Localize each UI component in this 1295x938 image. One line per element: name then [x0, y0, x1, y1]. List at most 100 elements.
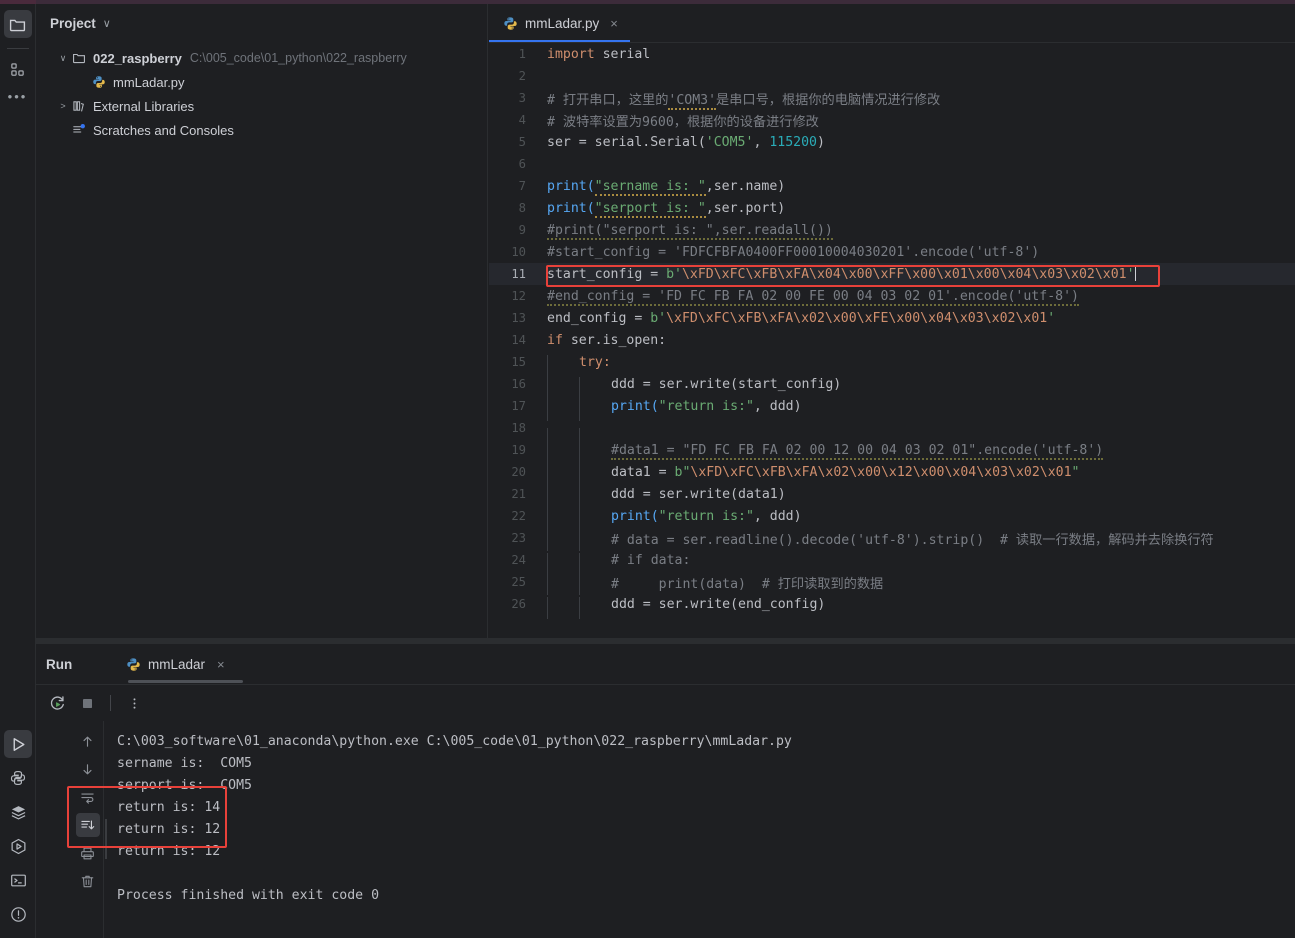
run-tab-bar: Run mmLadar × — [36, 644, 1295, 685]
code-line-14[interactable]: 14 if ser.is_open: — [489, 329, 1295, 351]
folder-icon — [9, 16, 26, 33]
scroll-down-button[interactable] — [76, 757, 100, 781]
sidebar-item-structure[interactable] — [4, 55, 32, 83]
code-line-19[interactable]: 19 #data1 = "FD FC FB FA 02 00 12 00 04 … — [489, 439, 1295, 465]
scratches-icon — [70, 123, 88, 137]
close-icon[interactable]: × — [610, 16, 618, 31]
close-icon[interactable]: × — [217, 657, 225, 672]
tree-collapse-arrow[interactable]: > — [56, 101, 70, 111]
soft-wrap-icon — [80, 790, 95, 805]
ide-window: ••• Project ∨ ∨ 022_raspberry C:\005_cod… — [0, 0, 1295, 938]
code-token: print( — [547, 200, 595, 216]
stop-button[interactable] — [74, 690, 100, 716]
code-token: ddd = ser.write(end_config) — [611, 596, 826, 612]
tree-expand-arrow[interactable]: ∨ — [56, 53, 70, 64]
chevron-down-icon[interactable]: ∨ — [103, 17, 111, 30]
code-line-2[interactable]: 2 — [489, 65, 1295, 87]
file-node-mmladar[interactable]: mmLadar.py — [36, 70, 487, 94]
line-number: 4 — [518, 113, 526, 127]
code-line-6[interactable]: 6 — [489, 153, 1295, 175]
sidebar-item-python-console[interactable] — [4, 798, 32, 826]
code-token: # data = ser.readline().decode('utf-8').… — [611, 532, 985, 548]
arrow-down-icon — [80, 762, 95, 777]
code-token: data1 = — [611, 464, 675, 480]
scratches-consoles-node[interactable]: Scratches and Consoles — [36, 118, 487, 142]
trash-icon — [80, 874, 95, 889]
sidebar-item-services[interactable] — [4, 832, 32, 860]
code-token: end_config = — [547, 310, 651, 326]
run-console-output[interactable]: C:\003_software\01_anaconda\python.exe C… — [105, 721, 1295, 938]
code-line-11[interactable]: 11 start_config = b'\xFD\xFC\xFB\xFA\x04… — [489, 263, 1295, 285]
code-line-13[interactable]: 13 end_config = b'\xFD\xFC\xFB\xFA\x02\x… — [489, 307, 1295, 329]
line-number: 12 — [511, 289, 526, 303]
scroll-to-end-button[interactable] — [75, 813, 100, 837]
sidebar-item-problems[interactable] — [4, 900, 32, 928]
python-icon — [10, 770, 26, 786]
code-line-24[interactable]: 24 # if data: — [489, 549, 1295, 575]
code-line-4[interactable]: 4 # 波特率设置为9600，根据你的设备进行修改 — [489, 109, 1295, 131]
code-token: \xFD\xFC\xFB\xFA\x02\x00\xFE\x00\x04\x03… — [666, 310, 1048, 326]
code-token: \xFD\xFC\xFB\xFA\x04\x00\xFF\x00\x01\x00… — [681, 267, 1127, 282]
code-line-26[interactable]: 26 ddd = ser.write(end_config) — [489, 593, 1295, 619]
code-token: b" — [674, 464, 691, 480]
code-line-22[interactable]: 22 print("return is:", ddd) — [489, 505, 1295, 531]
code-line-8[interactable]: 8 print("serport is: ",ser.port) — [489, 197, 1295, 219]
more-options-button[interactable] — [121, 690, 147, 716]
code-line-7[interactable]: 7 print("sername is: ",ser.name) — [489, 175, 1295, 197]
code-token: print( — [611, 508, 659, 524]
code-content[interactable]: 1 import serial 2 3 # 打开串口，这里的'COM3'是串口号… — [489, 43, 1295, 638]
line-number: 25 — [511, 575, 526, 589]
code-line-25[interactable]: 25 # print(data) # 打印读取到的数据 — [489, 571, 1295, 595]
code-line-9[interactable]: 9 #print("serport is: ",ser.readall()) — [489, 219, 1295, 241]
code-line-1[interactable]: 1 import serial — [489, 43, 1295, 65]
project-panel-header[interactable]: Project ∨ — [36, 4, 487, 42]
external-libraries-node[interactable]: > External Libraries — [36, 94, 487, 118]
code-token: "serport is: " — [594, 200, 706, 218]
code-token: ' — [1047, 310, 1056, 326]
tree-node-path: C:\005_code\01_python\022_raspberry — [189, 51, 407, 65]
soft-wrap-button[interactable] — [76, 785, 100, 809]
code-token: ' — [1126, 267, 1135, 282]
line-number: 20 — [511, 465, 526, 479]
line-number: 24 — [511, 553, 526, 567]
code-line-18[interactable]: 18 — [489, 417, 1295, 450]
print-button[interactable] — [76, 841, 100, 865]
stop-square-icon — [80, 696, 95, 711]
left-rail-bottom-group — [0, 724, 36, 938]
code-line-10[interactable]: 10 #start_config = 'FDFCFBFA0400FF000100… — [489, 241, 1295, 263]
code-line-17[interactable]: 17 print("return is:", ddd) — [489, 395, 1295, 421]
python-file-icon — [90, 75, 108, 89]
code-token: ser = serial.Serial( — [547, 134, 706, 150]
code-line-12[interactable]: 12 #end_config = 'FD FC FB FA 02 00 FE 0… — [489, 285, 1295, 307]
layers-icon — [10, 804, 27, 821]
code-line-20[interactable]: 20 data1 = b"\xFD\xFC\xFB\xFA\x02\x00\x1… — [489, 461, 1295, 487]
code-token: start_config = — [547, 267, 667, 282]
sidebar-item-python-packages[interactable] — [4, 764, 32, 792]
line-number: 18 — [511, 421, 526, 435]
code-token: ,ser.port) — [705, 200, 786, 216]
code-line-15[interactable]: 15 try: — [489, 351, 1295, 377]
code-token: 'COM3' — [668, 92, 717, 110]
sidebar-item-project[interactable] — [3, 10, 32, 38]
editor-tab-mmladar[interactable]: mmLadar.py × — [489, 4, 630, 42]
run-tab-mmladar[interactable]: mmLadar × — [126, 644, 225, 684]
sidebar-item-terminal[interactable] — [4, 866, 32, 894]
code-token: "return is:" — [658, 508, 754, 524]
code-line-21[interactable]: 21 ddd = ser.write(data1) — [489, 483, 1295, 509]
sidebar-item-run[interactable] — [4, 730, 32, 758]
clear-all-button[interactable] — [76, 869, 100, 893]
code-line-3[interactable]: 3 # 打开串口，这里的'COM3'是串口号，根据你的电脑情况进行修改 — [489, 87, 1295, 110]
line-number: 21 — [511, 487, 526, 501]
console-line: C:\003_software\01_anaconda\python.exe C… — [117, 734, 792, 749]
rerun-button[interactable] — [44, 690, 70, 716]
more-dots-icon[interactable]: ••• — [0, 89, 35, 104]
code-token: , — [753, 134, 770, 150]
console-scroll-indicator — [105, 819, 107, 859]
project-root-node[interactable]: ∨ 022_raspberry C:\005_code\01_python\02… — [36, 46, 487, 70]
code-line-16[interactable]: 16 ddd = ser.write(start_config) — [489, 373, 1295, 399]
code-line-23[interactable]: 23 # data = ser.readline().decode('utf-8… — [489, 527, 1295, 551]
scroll-up-button[interactable] — [76, 729, 100, 753]
code-line-5[interactable]: 5 ser = serial.Serial('COM5', 115200) — [489, 131, 1295, 153]
rail-divider — [6, 48, 29, 49]
